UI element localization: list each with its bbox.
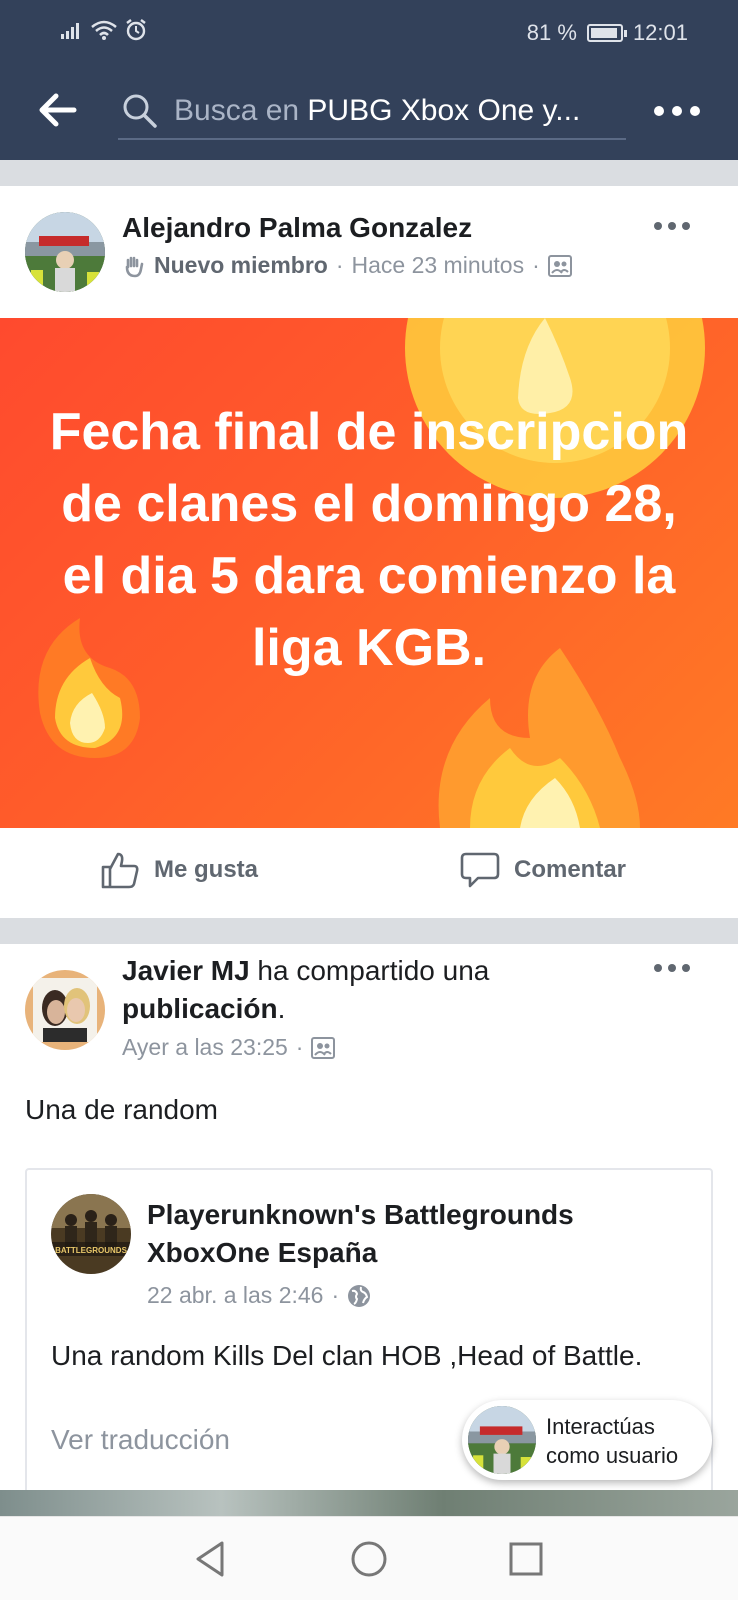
post-author[interactable]: Alejandro Palma Gonzalez — [122, 212, 472, 244]
shared-post-body: Una random Kills Del clan HOB ,Head of B… — [51, 1340, 643, 1371]
post-options-icon[interactable] — [654, 222, 690, 230]
more-dots-icon[interactable] — [654, 96, 710, 126]
post-meta: Ayer a las 23:25 · — [122, 1034, 336, 1061]
see-translation-link[interactable]: Ver traducción — [51, 1424, 230, 1456]
feed-separator — [0, 160, 738, 186]
back-arrow-icon[interactable] — [38, 92, 78, 128]
comment-icon — [460, 852, 500, 888]
clock: 12:01 — [632, 20, 688, 45]
post-body: Una de random — [25, 1094, 219, 1125]
comment-button[interactable]: Comentar — [460, 850, 626, 890]
avatar[interactable] — [25, 212, 105, 292]
share-suffix: . — [277, 993, 286, 1024]
share-headline: Javier MJ ha compartido una publicación. — [122, 952, 642, 1028]
search-placeholder: Busca en PUBG Xbox One y... — [174, 94, 580, 128]
alarm-icon — [126, 19, 146, 41]
video-preview[interactable] — [0, 1490, 738, 1518]
feed-separator — [0, 918, 738, 944]
wave-hand-icon — [125, 256, 144, 277]
shared-page-name[interactable]: Playerunknown's Battlegrounds XboxOne Es… — [147, 1196, 687, 1272]
search-input[interactable]: Busca en PUBG Xbox One y... — [118, 84, 626, 140]
avatar[interactable] — [25, 970, 105, 1050]
shared-post-time[interactable]: 22 abr. a las 2:46 — [147, 1282, 323, 1309]
comment-label: Comentar — [514, 856, 627, 883]
shared-publication-link[interactable]: publicación — [122, 993, 278, 1024]
nav-recents-icon[interactable] — [504, 1537, 548, 1581]
nav-back-icon[interactable] — [190, 1537, 234, 1581]
like-label: Me gusta — [154, 856, 259, 883]
member-badge: Nuevo miembro — [154, 252, 328, 278]
search-prefix: Busca en — [174, 94, 308, 127]
post-options-icon[interactable] — [654, 964, 690, 972]
status-icons-right: 81 % 12:01 — [527, 20, 688, 46]
interact-as-user-button[interactable]: Interactúas como usuario — [462, 1400, 712, 1480]
post-time[interactable]: Ayer a las 23:25 — [122, 1034, 288, 1061]
thumbs-up-icon — [101, 852, 139, 889]
post-author[interactable]: Javier MJ — [122, 955, 250, 986]
search-icon — [123, 94, 157, 128]
interact-line-2: como usuario — [546, 1443, 679, 1468]
banner-text: Fecha final de inscripcion de clanes el … — [49, 403, 689, 677]
post-time[interactable]: Hace 23 minutos — [352, 252, 525, 279]
share-action-text: ha compartido una — [249, 955, 490, 986]
app-bar: 81 % 12:01 Busca en PUBG Xbox One y... — [0, 0, 738, 160]
page-avatar[interactable]: BATTLEGROUNDS — [51, 1194, 131, 1274]
wifi-icon — [91, 20, 117, 40]
post-banner: Fecha final de inscripcion de clanes el … — [0, 318, 738, 828]
system-nav-bar — [0, 1516, 738, 1600]
status-bar: 81 % 12:01 — [0, 18, 738, 48]
like-button[interactable]: Me gusta — [100, 850, 258, 890]
nav-home-icon[interactable] — [347, 1537, 391, 1581]
signal-icon — [61, 23, 79, 39]
interact-as-label: Interactúas como usuario — [546, 1412, 678, 1470]
post-meta: Nuevo miembro · Hace 23 minutos · — [122, 252, 572, 279]
battery-icon — [586, 24, 627, 42]
group-audience-icon — [311, 1036, 336, 1059]
battery-percent: 81 % — [526, 20, 577, 45]
interact-line-1: Interactúas — [546, 1414, 655, 1439]
globe-icon — [348, 1284, 371, 1307]
shared-post-meta: 22 abr. a las 2:46 · — [147, 1282, 371, 1309]
post-header: Alejandro Palma Gonzalez Nuevo miembro ·… — [0, 186, 738, 318]
status-icons-left — [60, 18, 148, 42]
post-actions: Me gusta Comentar — [0, 828, 738, 918]
group-audience-icon — [547, 254, 572, 277]
page-avatar-text: BATTLEGROUNDS — [55, 1246, 128, 1255]
search-group-name: PUBG Xbox One y... — [307, 94, 581, 127]
avatar — [468, 1406, 536, 1474]
